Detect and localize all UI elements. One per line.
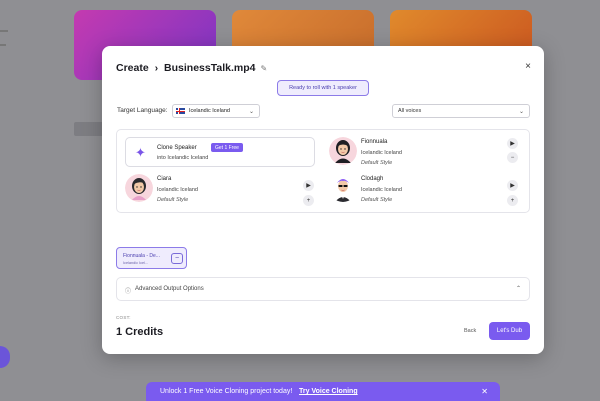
speaker-language: Icelandic Iceland (157, 187, 198, 193)
back-button[interactable]: Back (464, 328, 476, 334)
info-icon: ⓘ (125, 289, 132, 295)
modal-header: Create › BusinessTalk.mp4 ✎ (116, 61, 267, 75)
clone-speaker-title: Clone Speaker (157, 145, 197, 151)
pencil-icon[interactable]: ✎ (260, 64, 267, 73)
ready-status-badge: Ready to roll with 1 speaker (277, 80, 369, 96)
play-icon[interactable]: ▶ (507, 180, 518, 191)
target-language-select[interactable]: Icelandic Iceland ⌄ (172, 104, 260, 118)
speaker-language: Icelandic Iceland (361, 187, 402, 193)
get-free-badge[interactable]: Get 1 Free (211, 143, 243, 152)
chevron-up-icon: ⌃ (515, 286, 521, 292)
background-side-tab (0, 346, 10, 368)
avatar (329, 137, 357, 165)
lets-dub-button[interactable]: Let's Dub (489, 322, 530, 340)
banner-text: Unlock 1 Free Voice Cloning project toda… (160, 388, 293, 395)
speaker-name: Clodagh (361, 176, 384, 182)
sparkle-icon: ✦ (135, 145, 146, 160)
avatar (125, 174, 153, 202)
speaker-item-fionnuala: Fionnuala Icelandic Iceland Default Styl… (329, 137, 529, 171)
breadcrumb-create[interactable]: Create (116, 62, 149, 74)
breadcrumb-chevron-icon: › (154, 62, 159, 74)
play-icon[interactable]: ▶ (303, 180, 314, 191)
speaker-style: Default Style (157, 197, 189, 203)
speaker-style: Default Style (361, 197, 393, 203)
iceland-flag-icon (176, 108, 185, 114)
voice-cloning-banner: Unlock 1 Free Voice Cloning project toda… (146, 382, 500, 401)
chip-language: Icelandic Icel... (123, 261, 149, 265)
speaker-language: Icelandic Iceland (361, 150, 402, 156)
chip-remove-button[interactable]: − (171, 253, 183, 264)
file-name: BusinessTalk.mp4 (164, 62, 256, 74)
close-icon[interactable]: × (525, 61, 531, 72)
cost-label: COST: (116, 315, 131, 320)
voices-panel: ✦ Clone Speaker Get 1 Free into Icelandi… (116, 129, 530, 213)
speaker-name: Fionnuala (361, 139, 388, 145)
add-speaker-button[interactable]: + (303, 195, 314, 206)
try-voice-cloning-link[interactable]: Try Voice Cloning (299, 388, 358, 395)
voice-filter-value: All voices (398, 108, 422, 114)
target-language-value: Icelandic Iceland (189, 108, 230, 114)
remove-speaker-button[interactable]: − (507, 152, 518, 163)
credits-value: 1 Credits (116, 326, 164, 338)
advanced-options-label: Advanced Output Options (135, 286, 204, 292)
target-language-label: Target Language: (117, 107, 168, 114)
clone-speaker-card[interactable]: ✦ Clone Speaker Get 1 Free into Icelandi… (125, 137, 315, 167)
background-heading (74, 122, 104, 136)
speaker-name: Ciara (157, 176, 172, 182)
background-line (0, 44, 6, 46)
close-icon[interactable]: ✕ (481, 387, 488, 396)
add-speaker-button[interactable]: + (507, 195, 518, 206)
chevron-down-icon: ⌄ (248, 108, 254, 115)
speaker-item-clodagh: Clodagh Icelandic Iceland Default Style … (329, 174, 529, 208)
chip-name: Fionnuala - De... (123, 253, 160, 259)
chevron-down-icon: ⌄ (518, 108, 524, 115)
avatar (329, 174, 357, 202)
advanced-output-options[interactable]: ⓘ Advanced Output Options ⌃ (116, 277, 530, 301)
create-dub-modal: Create › BusinessTalk.mp4 ✎ × Ready to r… (102, 46, 544, 354)
voice-filter-select[interactable]: All voices ⌄ (392, 104, 530, 118)
play-icon[interactable]: ▶ (507, 138, 518, 149)
speaker-style: Default Style (361, 160, 393, 166)
background-line (0, 30, 8, 32)
clone-speaker-subtitle: into Icelandic Iceland (157, 155, 209, 161)
speaker-item-ciara: Ciara Icelandic Iceland Default Style ▶ … (125, 174, 325, 208)
selected-speaker-chip[interactable]: Fionnuala - De... Icelandic Icel... − (116, 247, 187, 269)
